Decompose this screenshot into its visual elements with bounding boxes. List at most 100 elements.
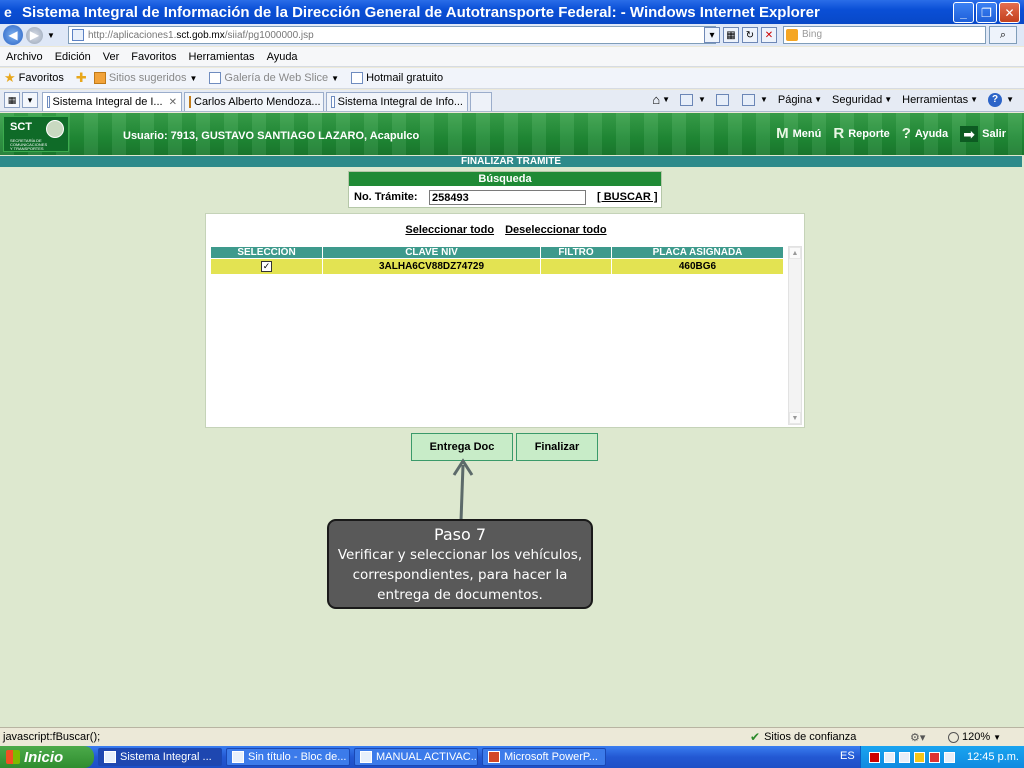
refresh-icon[interactable]: ↻ <box>742 27 758 43</box>
menu-ayuda[interactable]: Ayuda <box>261 51 304 63</box>
menu-edicion[interactable]: Edición <box>49 51 97 63</box>
favorites-label: Favoritos <box>18 72 64 84</box>
forward-button[interactable]: ▶ <box>26 26 43 44</box>
mail-button[interactable] <box>715 93 732 106</box>
system-tray: 12:45 p.m. <box>860 746 1024 768</box>
start-label: Inicio <box>24 748 64 766</box>
ati-icon[interactable] <box>869 751 880 763</box>
chevron-down-icon: ▼ <box>759 95 768 104</box>
deselect-all-link[interactable]: Deseleccionar todo <box>505 224 606 236</box>
col-clave-niv: CLAVE NIV <box>322 246 541 259</box>
tab-list-button[interactable]: ▾ <box>22 92 38 108</box>
chevron-down-icon: ▼ <box>189 73 198 83</box>
sct-logo: SCT SECRETARÍA DE COMUNICACIONES Y TRANS… <box>3 116 69 152</box>
tab-carlos-mendoza[interactable]: Carlos Alberto Mendoza... <box>184 92 324 111</box>
tools-menu[interactable]: Herramientas ▼ <box>902 94 978 106</box>
nav-ayuda[interactable]: ? Ayuda <box>902 125 948 142</box>
check-icon: ✔ <box>750 730 761 744</box>
home-button[interactable]: ⌂ ▼ <box>652 92 670 107</box>
status-text: javascript:fBuscar(); <box>3 731 101 743</box>
page-menu[interactable]: Página ▼ <box>778 94 822 106</box>
table-scrollbar[interactable]: ▲ ▼ <box>788 246 802 425</box>
quick-tabs-button[interactable]: ▦ <box>4 92 20 108</box>
language-indicator[interactable]: ES <box>840 750 855 762</box>
url-dropdown-icon[interactable]: ▾ <box>704 27 720 43</box>
add-favorite-button[interactable]: ✚ <box>76 70 90 86</box>
task-bloc-de-notas[interactable]: Sin título - Bloc de... <box>226 748 350 766</box>
bing-icon <box>786 29 798 41</box>
start-button[interactable]: Inicio <box>0 746 94 768</box>
task-manual[interactable]: MANUAL ACTIVAC... <box>354 748 478 766</box>
add-favorite-icon: ✚ <box>75 70 87 85</box>
menu-herramientas[interactable]: Herramientas <box>183 51 261 63</box>
zoom-control[interactable]: 120% ▼ <box>948 731 1001 743</box>
table-header-row: SELECCIÓN CLAVE NIV FILTRO PLACA ASIGNAD… <box>210 246 784 259</box>
update-icon[interactable] <box>944 751 955 763</box>
scroll-up-icon[interactable]: ▲ <box>789 247 801 259</box>
notepad-task-icon <box>232 751 244 763</box>
row-checkbox[interactable]: ✓ <box>261 260 272 272</box>
sct-logo-text: SCT <box>10 121 32 133</box>
page-content: SCT SECRETARÍA DE COMUNICACIONES Y TRANS… <box>0 113 1024 727</box>
minimize-button[interactable]: _ <box>953 2 974 23</box>
history-dropdown-icon[interactable]: ▼ <box>47 31 55 40</box>
help-menu[interactable]: ? ▼ <box>988 92 1014 107</box>
search-button[interactable]: ⌕ <box>989 26 1017 44</box>
hotmail-link[interactable]: Hotmail gratuito <box>351 72 443 84</box>
url-path: /siiaf/pg1000000.jsp <box>224 29 314 41</box>
search-placeholder: Bing <box>802 29 823 40</box>
back-button[interactable]: ◀ <box>3 25 23 45</box>
url-field[interactable]: http://aplicaciones1. sct.gob.mx/siiaf/pg… <box>68 26 716 44</box>
stop-icon[interactable]: ✕ <box>761 27 777 43</box>
tab-sistema-integral-2[interactable]: Sistema Integral de Info... <box>326 92 468 111</box>
print-button[interactable]: ▼ <box>741 93 768 106</box>
finalizar-button[interactable]: Finalizar <box>516 433 598 461</box>
chevron-down-icon: ▼ <box>1006 95 1014 104</box>
security-zone-label: Sitios de confianza <box>764 731 857 743</box>
nav-menu[interactable]: M Menú <box>776 125 821 142</box>
task-sistema-integral[interactable]: Sistema Integral ... <box>98 748 222 766</box>
favorites-button[interactable]: ★ Favoritos <box>4 70 64 86</box>
sct-logo-subtitle: SECRETARÍA DE COMUNICACIONES Y TRANSPORT… <box>10 138 48 151</box>
search-panel: Búsqueda No. Trámite: [ BUSCAR ] <box>348 171 662 208</box>
close-button[interactable]: ✕ <box>999 2 1020 23</box>
warning-icon[interactable] <box>914 751 925 763</box>
zoom-level: 120% <box>962 731 991 743</box>
tab-sistema-integral[interactable]: Sistema Integral de I... ✕ <box>42 92 182 111</box>
network-icon[interactable] <box>884 751 895 763</box>
security-zone[interactable]: ✔ Sitios de confianza <box>750 730 856 744</box>
suggested-sites-label: Sitios sugeridos <box>108 72 187 84</box>
tramite-input[interactable] <box>429 190 586 205</box>
powerpoint-task-icon <box>488 751 500 763</box>
search-input[interactable]: Bing <box>783 26 986 44</box>
restore-button[interactable]: ❐ <box>976 2 997 23</box>
url-domain: sct.gob.mx <box>176 29 225 41</box>
new-tab-button[interactable] <box>470 92 492 111</box>
compatibility-icon[interactable]: ▦ <box>723 27 739 43</box>
selection-links: Seleccionar todo Deseleccionar todo <box>206 224 806 236</box>
feeds-button[interactable]: ▼ <box>680 93 706 106</box>
select-all-link[interactable]: Seleccionar todo <box>405 224 494 236</box>
task-powerpoint[interactable]: Microsoft PowerP... <box>482 748 606 766</box>
menu-ver[interactable]: Ver <box>97 51 126 63</box>
nav-reporte[interactable]: R Reporte <box>833 125 889 142</box>
security-icon[interactable] <box>929 751 940 763</box>
volume-icon[interactable] <box>899 751 910 763</box>
security-menu-label: Seguridad <box>832 93 883 106</box>
security-menu[interactable]: Seguridad ▼ <box>832 94 892 106</box>
menu-archivo[interactable]: Archivo <box>0 51 49 63</box>
address-bar: ◀ ▶ ▼ http://aplicaciones1. sct.gob.mx/si… <box>0 24 1024 46</box>
protected-mode-icon[interactable]: ⚙▾ <box>910 731 925 744</box>
folder-task-icon <box>360 751 372 763</box>
suggested-sites-link[interactable]: Sitios sugeridos ▼ <box>93 72 198 84</box>
page-icon <box>72 29 84 41</box>
tab-close-icon[interactable]: ✕ <box>169 97 177 108</box>
ie-logo-icon: e <box>4 4 12 20</box>
buscar-link[interactable]: [ BUSCAR ] <box>597 191 658 203</box>
scroll-down-icon[interactable]: ▼ <box>789 412 801 424</box>
menu-favoritos[interactable]: Favoritos <box>125 51 182 63</box>
tab-label: Sistema Integral de Info... <box>337 96 463 108</box>
nav-salir[interactable]: ➡ Salir <box>960 125 1006 142</box>
suggested-sites-icon <box>93 72 106 84</box>
web-slice-gallery-link[interactable]: Galería de Web Slice ▼ <box>209 72 339 84</box>
